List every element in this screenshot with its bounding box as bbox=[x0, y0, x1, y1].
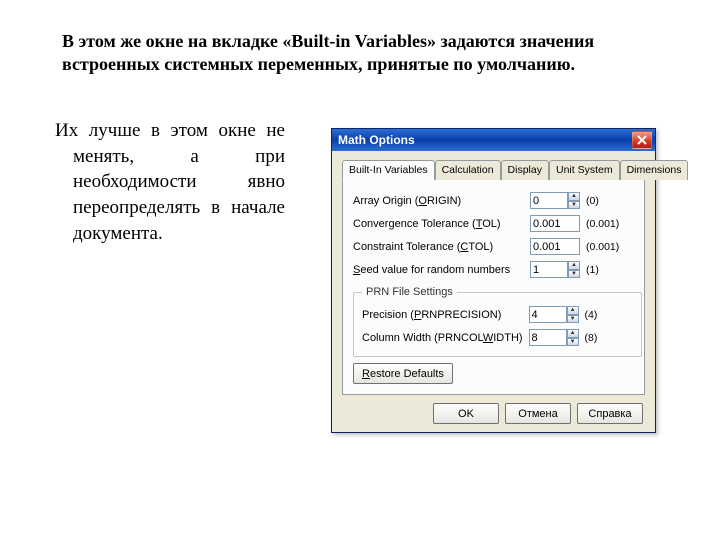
default-seed: (1) bbox=[586, 264, 634, 276]
cancel-button[interactable]: Отмена bbox=[505, 403, 571, 424]
row-constraint-tol: Constraint Tolerance (CTOL) (0.001) bbox=[353, 238, 634, 255]
row-seed: Seed value for random numbers ▲▼ (1) bbox=[353, 261, 634, 278]
slide-heading: В этом же окне на вкладке «Built-in Vari… bbox=[62, 30, 662, 75]
dialog-footer: OK Отмена Справка bbox=[338, 395, 649, 424]
input-constraint-tol[interactable] bbox=[530, 238, 580, 255]
tab-display[interactable]: Display bbox=[501, 160, 549, 180]
label-precision: Precision (PRNPRECISION) bbox=[362, 309, 523, 321]
label-column-width: Column Width (PRNCOLWIDTH) bbox=[362, 332, 523, 344]
slide-body-text: Их лучше в этом окне не менять, а при не… bbox=[55, 118, 285, 246]
input-column-width[interactable] bbox=[529, 329, 567, 346]
help-button[interactable]: Справка bbox=[577, 403, 643, 424]
input-array-origin[interactable] bbox=[530, 192, 568, 209]
default-column-width: (8) bbox=[585, 332, 633, 344]
window-title: Math Options bbox=[338, 133, 632, 147]
tab-dimensions[interactable]: Dimensions bbox=[620, 160, 689, 180]
tab-unit-system[interactable]: Unit System bbox=[549, 160, 620, 180]
input-precision[interactable] bbox=[529, 306, 567, 323]
math-options-dialog: Math Options Built-In Variables Calculat… bbox=[331, 128, 656, 433]
row-array-origin: Array Origin (ORIGIN) ▲▼ (0) bbox=[353, 192, 634, 209]
input-convergence-tol[interactable] bbox=[530, 215, 580, 232]
tab-calculation[interactable]: Calculation bbox=[435, 160, 501, 180]
prn-legend: PRN File Settings bbox=[362, 286, 457, 298]
spinner-precision[interactable]: ▲▼ bbox=[567, 306, 579, 323]
tab-builtin-variables[interactable]: Built-In Variables bbox=[342, 160, 435, 180]
row-column-width: Column Width (PRNCOLWIDTH) ▲▼ (8) bbox=[362, 329, 633, 346]
prn-file-settings-group: PRN File Settings Precision (PRNPRECISIO… bbox=[353, 286, 642, 357]
spinner-seed[interactable]: ▲▼ bbox=[568, 261, 580, 278]
input-seed[interactable] bbox=[530, 261, 568, 278]
spinner-array-origin[interactable]: ▲▼ bbox=[568, 192, 580, 209]
row-convergence-tol: Convergence Tolerance (TOL) (0.001) bbox=[353, 215, 634, 232]
default-array-origin: (0) bbox=[586, 195, 634, 207]
label-convergence-tol: Convergence Tolerance (TOL) bbox=[353, 218, 524, 230]
label-constraint-tol: Constraint Tolerance (CTOL) bbox=[353, 241, 524, 253]
close-icon[interactable] bbox=[632, 131, 652, 149]
tab-pane: Array Origin (ORIGIN) ▲▼ (0) Convergence… bbox=[342, 180, 645, 395]
label-seed: Seed value for random numbers bbox=[353, 264, 524, 276]
default-convergence-tol: (0.001) bbox=[586, 218, 634, 230]
titlebar[interactable]: Math Options bbox=[332, 129, 655, 151]
spinner-column-width[interactable]: ▲▼ bbox=[567, 329, 579, 346]
default-constraint-tol: (0.001) bbox=[586, 241, 634, 253]
restore-defaults-button[interactable]: Restore Defaults bbox=[353, 363, 453, 384]
label-array-origin: Array Origin (ORIGIN) bbox=[353, 195, 524, 207]
default-precision: (4) bbox=[585, 309, 633, 321]
tab-strip: Built-In Variables Calculation Display U… bbox=[342, 159, 645, 180]
ok-button[interactable]: OK bbox=[433, 403, 499, 424]
row-precision: Precision (PRNPRECISION) ▲▼ (4) bbox=[362, 306, 633, 323]
